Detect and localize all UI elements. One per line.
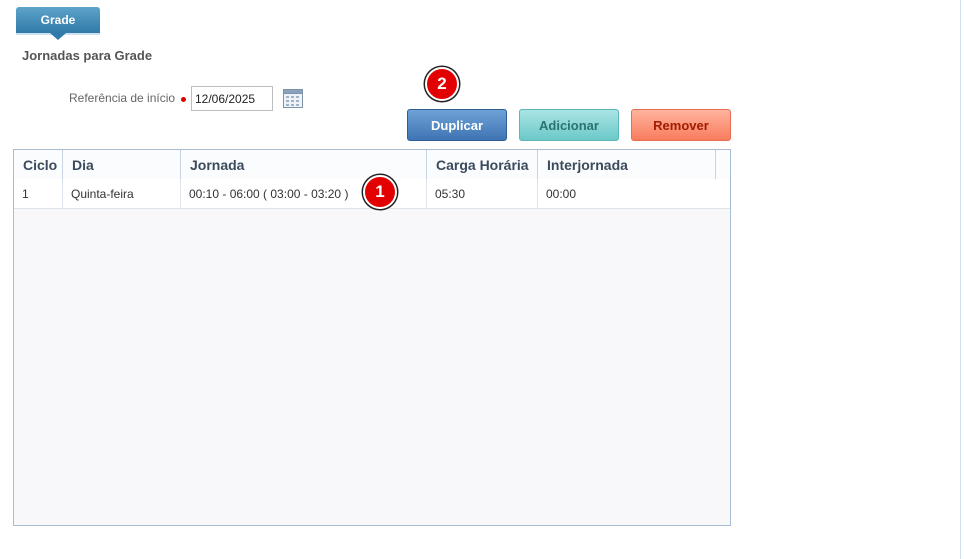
- annotation-badge-1: 1: [363, 175, 397, 209]
- cell-carga-horaria: 05:30: [427, 179, 538, 208]
- cell-interjornada: 00:00: [546, 186, 577, 201]
- annotation-badge-2: 2: [425, 67, 459, 101]
- tab-grade-label: Grade: [40, 13, 76, 27]
- column-header-ciclo[interactable]: Ciclo: [14, 150, 63, 179]
- column-header-carga-horaria[interactable]: Carga Horária: [427, 150, 538, 179]
- tab-grade[interactable]: Grade: [16, 7, 100, 33]
- reference-start-date-input[interactable]: [191, 86, 273, 111]
- remove-button[interactable]: Remover: [631, 109, 731, 141]
- column-header-dia[interactable]: Dia: [63, 150, 181, 179]
- section-title: Jornadas para Grade: [22, 48, 153, 63]
- column-header-interjornada[interactable]: Interjornada: [538, 150, 716, 179]
- duplicate-button[interactable]: Duplicar: [407, 109, 507, 141]
- tab-active-indicator: [50, 33, 66, 40]
- cell-dia: Quinta-feira: [63, 179, 181, 208]
- cell-ciclo: 1: [14, 179, 63, 208]
- column-header-jornada[interactable]: Jornada: [181, 150, 427, 179]
- required-indicator: [181, 97, 186, 102]
- table-header: Ciclo Dia Jornada Carga Horária Interjor…: [14, 150, 730, 180]
- panel-right-border: [960, 0, 961, 559]
- calendar-icon[interactable]: [283, 89, 303, 108]
- add-button[interactable]: Adicionar: [519, 109, 619, 141]
- reference-start-label: Referência de início: [69, 91, 176, 105]
